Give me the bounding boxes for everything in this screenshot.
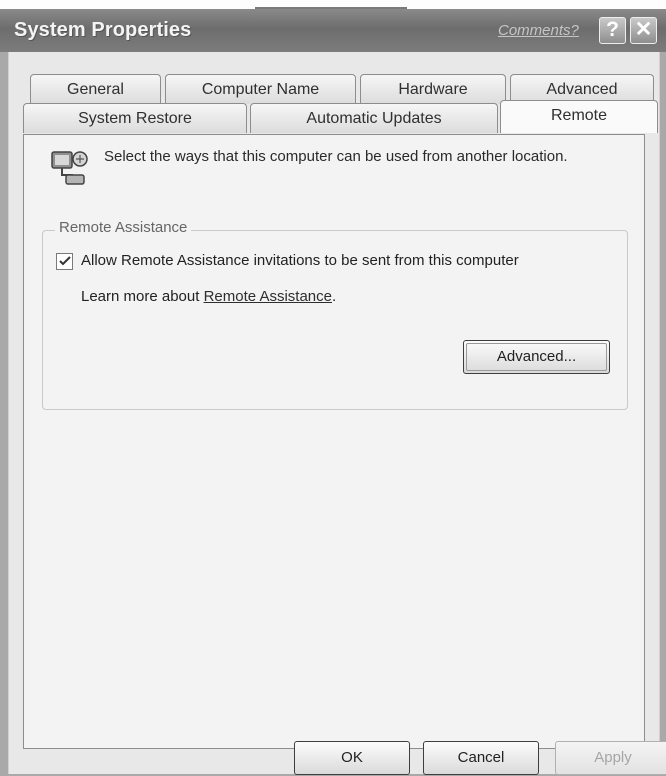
ok-button[interactable]: OK [294,741,410,775]
learn-more-text: Learn more about Remote Assistance. [81,288,336,305]
remote-assistance-label: Remote Assistance [55,219,192,236]
system-properties-window: System Properties Comments? ? ✕ General … [0,9,666,776]
allow-remote-assistance-label[interactable]: Allow Remote Assistance invitations to b… [81,252,519,269]
remote-assistance-link[interactable]: Remote Assistance [204,288,332,305]
title-bar: System Properties Comments? ? ✕ [0,9,666,52]
learn-more-prefix: Learn more about [81,288,200,305]
allow-remote-assistance-checkbox[interactable] [56,253,73,270]
checkmark-icon [59,256,71,266]
intro-description: Select the ways that this computer can b… [104,148,568,165]
remote-tab-panel: Select the ways that this computer can b… [23,134,645,749]
advanced-button[interactable]: Advanced... [463,340,610,374]
advanced-button-focus [466,343,607,371]
tab-remote[interactable]: Remote [500,100,658,133]
help-button[interactable]: ? [599,17,626,44]
dialog-body: General Computer Name Hardware Advanced … [8,52,666,775]
tab-system-restore[interactable]: System Restore [23,103,247,133]
learn-more-period: . [332,288,337,305]
tab-automatic-updates[interactable]: Automatic Updates [250,103,498,133]
apply-button[interactable]: Apply [555,741,666,775]
remote-computer-icon [51,151,88,185]
top-link-underline [255,0,407,9]
tab-hardware[interactable]: Hardware [360,74,506,104]
tab-computer-name[interactable]: Computer Name [165,74,356,104]
close-button[interactable]: ✕ [630,17,657,44]
cancel-button[interactable]: Cancel [423,741,539,775]
remote-assistance-group: Remote Assistance Allow Remote Assistanc… [42,219,628,410]
window-title: System Properties [14,19,192,41]
comments-link[interactable]: Comments? [498,22,579,39]
tab-general[interactable]: General [30,74,161,104]
